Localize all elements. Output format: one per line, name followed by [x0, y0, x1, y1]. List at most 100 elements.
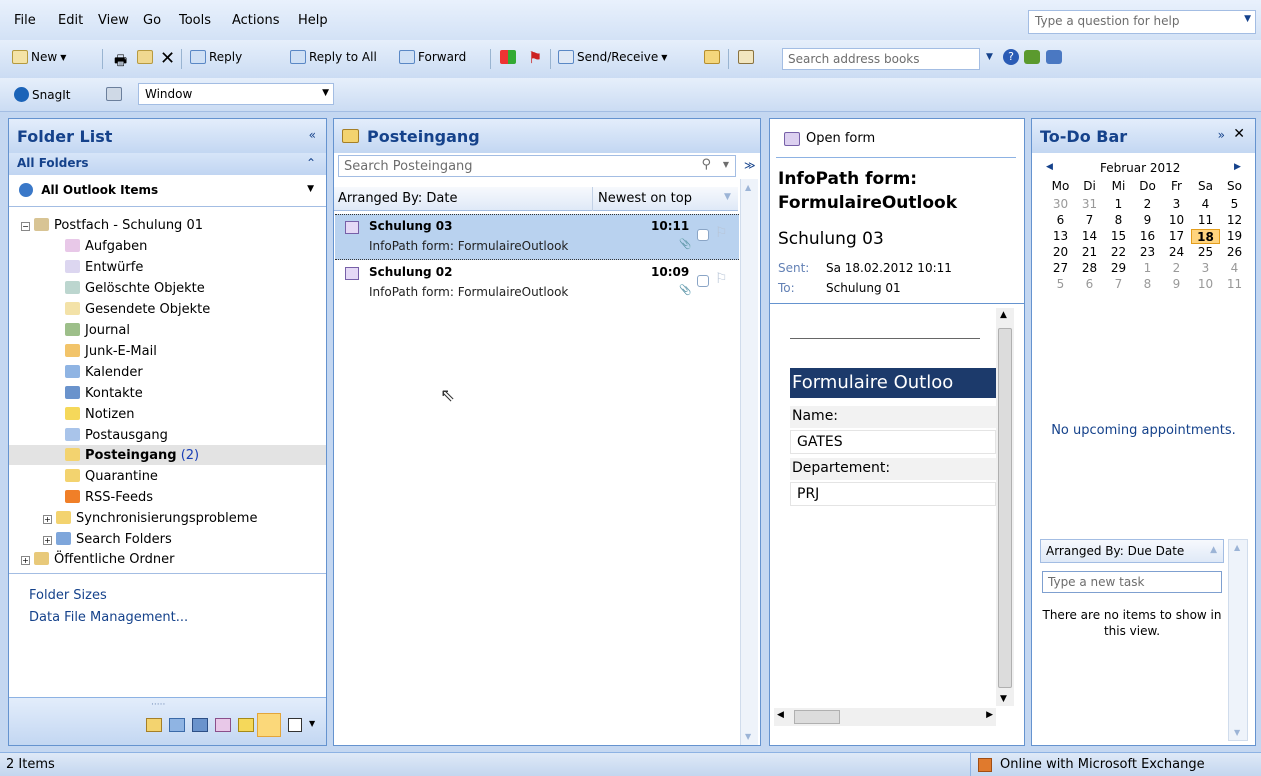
snagit-mode-select[interactable]: Window ▼	[138, 83, 334, 105]
calendar-day[interactable]: 1	[1133, 261, 1162, 276]
tree-item-kalender[interactable]: Kalender	[9, 362, 326, 382]
chevron-down-icon[interactable]: ▼	[1244, 14, 1251, 24]
snagit-button[interactable]: SnagIt	[14, 87, 70, 102]
calendar-day[interactable]: 1	[1104, 197, 1133, 212]
connection-status[interactable]: Online with Microsoft Exchange	[1000, 757, 1205, 772]
calendar-day[interactable]: 15	[1104, 229, 1133, 244]
calendar-day[interactable]: 3	[1191, 261, 1220, 276]
calendar-day[interactable]: 7	[1075, 213, 1104, 228]
flag-icon[interactable]: ⚐	[715, 225, 728, 241]
calendar-day[interactable]: 12	[1220, 213, 1249, 228]
calendar-day[interactable]: 26	[1220, 245, 1249, 260]
tree-item-search-folders[interactable]: + Search Folders	[9, 529, 326, 549]
flag-icon[interactable]: ⚐	[715, 271, 728, 287]
calendar-day[interactable]: 8	[1133, 277, 1162, 292]
calendar-day[interactable]: 13	[1046, 229, 1075, 244]
tree-item-kontakte[interactable]: Kontakte	[9, 383, 326, 403]
inbox-scrollbar[interactable]: ▲ ▼	[740, 179, 758, 745]
flag-icon[interactable]: ⚑	[528, 48, 542, 67]
tree-item-entwuerfe[interactable]: Entwürfe	[9, 257, 326, 277]
calendar-day[interactable]: 23	[1133, 245, 1162, 260]
form-vertical-scrollbar[interactable]: ▲ ▼	[996, 308, 1014, 706]
reply-all-button[interactable]: Reply to All	[290, 50, 377, 64]
tree-item-rss[interactable]: RSS-Feeds	[9, 487, 326, 507]
menu-view[interactable]: View	[98, 13, 129, 28]
calendar-day[interactable]: 4	[1220, 261, 1249, 276]
calendar-day[interactable]: 4	[1191, 197, 1220, 212]
next-month-icon[interactable]: ▶	[1234, 162, 1241, 172]
scroll-up-icon[interactable]: ▲	[745, 183, 751, 192]
calendar-day[interactable]: 27	[1046, 261, 1075, 276]
tree-item-posteingang[interactable]: Posteingang (2)	[9, 445, 326, 465]
menu-tools[interactable]: Tools	[179, 13, 211, 28]
contacts-icon[interactable]	[192, 718, 208, 732]
menu-go[interactable]: Go	[143, 13, 161, 28]
previous-month-icon[interactable]: ◀	[1046, 162, 1053, 172]
send-receive-button[interactable]: Send/Receive ▼	[558, 50, 667, 64]
calendar-day[interactable]: 11	[1191, 213, 1220, 228]
collapse-icon[interactable]: −	[21, 222, 30, 231]
name-field[interactable]: GATES	[790, 430, 996, 454]
calendar-day[interactable]: 25	[1191, 245, 1220, 260]
scroll-thumb[interactable]	[998, 328, 1012, 688]
data-file-management-link[interactable]: Data File Management...	[29, 610, 188, 625]
calendar-day[interactable]: 30	[1046, 197, 1075, 212]
sync-icon[interactable]	[1024, 50, 1040, 64]
tree-item-journal[interactable]: Journal	[9, 320, 326, 340]
expand-icon[interactable]: +	[43, 536, 52, 545]
tree-item-junk[interactable]: Junk-E-Mail	[9, 341, 326, 361]
search-icon[interactable]: ⚲	[701, 157, 711, 172]
calendar-day[interactable]: 6	[1075, 277, 1104, 292]
message-row[interactable]: Schulung 02 InfoPath form: FormulaireOut…	[335, 261, 739, 307]
calendar-day[interactable]: 22	[1104, 245, 1133, 260]
address-book-icon[interactable]	[738, 50, 754, 64]
folder-sizes-link[interactable]: Folder Sizes	[29, 588, 107, 603]
chevron-down-icon[interactable]: ▼	[307, 184, 314, 194]
chevron-down-icon[interactable]: ▼	[661, 53, 667, 62]
calendar-day[interactable]: 7	[1104, 277, 1133, 292]
mail-icon[interactable]	[146, 718, 162, 732]
sort-order-button[interactable]: Newest on top	[598, 191, 692, 206]
scroll-down-icon[interactable]: ▼	[1234, 728, 1240, 737]
calendar-day[interactable]: 11	[1220, 277, 1249, 292]
tree-item-mailbox[interactable]: − Postfach - Schulung 01	[9, 215, 326, 235]
task-arrange-bar[interactable]: Arranged By: Due Date ▲	[1040, 539, 1224, 563]
expand-icon[interactable]: +	[21, 556, 30, 565]
menu-edit[interactable]: Edit	[58, 13, 83, 28]
tree-item-sync[interactable]: + Synchronisierungsprobleme	[9, 508, 326, 528]
menu-actions[interactable]: Actions	[232, 13, 280, 28]
print-icon[interactable]: 🖶	[114, 50, 127, 74]
calendar-day[interactable]: 14	[1075, 229, 1104, 244]
calendar-day[interactable]: 10	[1191, 277, 1220, 292]
forward-button[interactable]: Forward	[399, 50, 466, 64]
reply-button[interactable]: Reply	[190, 50, 242, 64]
chevron-down-icon[interactable]: ▼	[986, 52, 993, 62]
calendar-day[interactable]: 10	[1162, 213, 1191, 228]
category-checkbox[interactable]	[697, 229, 709, 241]
task-scrollbar[interactable]: ▲ ▼	[1228, 539, 1248, 741]
calendar-day-today[interactable]: 18	[1191, 229, 1220, 244]
find-folder-icon[interactable]	[704, 50, 720, 64]
departement-field[interactable]: PRJ	[790, 482, 996, 506]
scroll-left-icon[interactable]: ◀	[777, 710, 784, 720]
categorize-icon[interactable]	[500, 50, 516, 64]
form-horizontal-scrollbar[interactable]: ◀ ▶	[774, 708, 996, 726]
shortcuts-icon[interactable]	[288, 718, 302, 732]
collapse-icon[interactable]: ⌃	[306, 156, 316, 170]
tree-item-gesendete[interactable]: Gesendete Objekte	[9, 299, 326, 319]
help-search-input[interactable]: Type a question for help ▼	[1028, 10, 1256, 34]
folder-list-nav-button[interactable]	[257, 713, 281, 737]
expand-query-icon[interactable]: ≫	[744, 159, 756, 172]
tree-item-aufgaben[interactable]: Aufgaben	[9, 236, 326, 256]
scroll-right-icon[interactable]: ▶	[986, 710, 993, 720]
collapse-pane-icon[interactable]: »	[1218, 128, 1225, 142]
scroll-down-icon[interactable]: ▼	[1000, 694, 1007, 704]
move-icon[interactable]	[137, 50, 153, 64]
chevron-down-icon[interactable]: ▼	[309, 719, 315, 728]
tree-item-notizen[interactable]: Notizen	[9, 404, 326, 424]
new-task-input[interactable]: Type a new task	[1042, 571, 1222, 593]
calendar-day[interactable]: 9	[1133, 213, 1162, 228]
calendar-day[interactable]: 2	[1133, 197, 1162, 212]
calendar-day[interactable]: 8	[1104, 213, 1133, 228]
calendar-day[interactable]: 16	[1133, 229, 1162, 244]
